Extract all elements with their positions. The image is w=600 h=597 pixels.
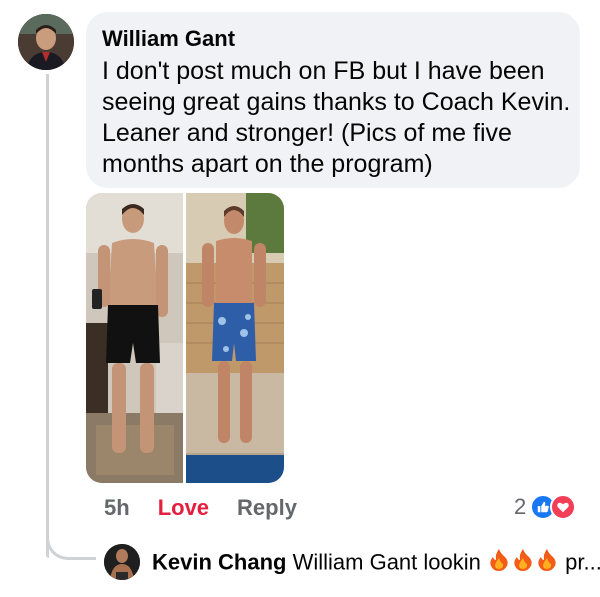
reply-preview[interactable]: Kevin Chang William Gant lookin pr...: [152, 548, 600, 579]
before-after-photo-image: [86, 193, 284, 483]
reply-author-avatar[interactable]: [104, 544, 140, 580]
comment-text: I don't post much on FB but I have been …: [102, 57, 571, 178]
comment-author-name[interactable]: William Gant: [102, 26, 564, 52]
thread-connector-line: [46, 74, 49, 558]
fire-icon: [536, 548, 558, 579]
reaction-summary[interactable]: 2: [514, 492, 577, 522]
comment-actions: 5h Love Reply: [104, 494, 325, 522]
reply-button[interactable]: Reply: [237, 495, 297, 521]
thread-connector-curve: [46, 530, 96, 560]
comment-photo-attachment[interactable]: [86, 193, 284, 483]
reply-author-name[interactable]: Kevin Chang: [152, 549, 286, 574]
commenter-avatar[interactable]: [18, 14, 74, 70]
person-avatar-icon: [18, 14, 74, 70]
comment-bubble: William Gant I don't post much on FB but…: [86, 12, 580, 188]
react-love-button[interactable]: Love: [158, 495, 209, 521]
fire-icon: [512, 548, 534, 579]
reply-text: William Gant lookin: [292, 549, 481, 575]
comment-timestamp[interactable]: 5h: [104, 495, 130, 521]
person-avatar-icon: [104, 544, 140, 580]
fire-icon: [488, 548, 510, 579]
reply-text-truncated: pr...: [565, 549, 600, 575]
heart-icon: [550, 494, 577, 520]
reaction-count: 2: [514, 494, 527, 519]
